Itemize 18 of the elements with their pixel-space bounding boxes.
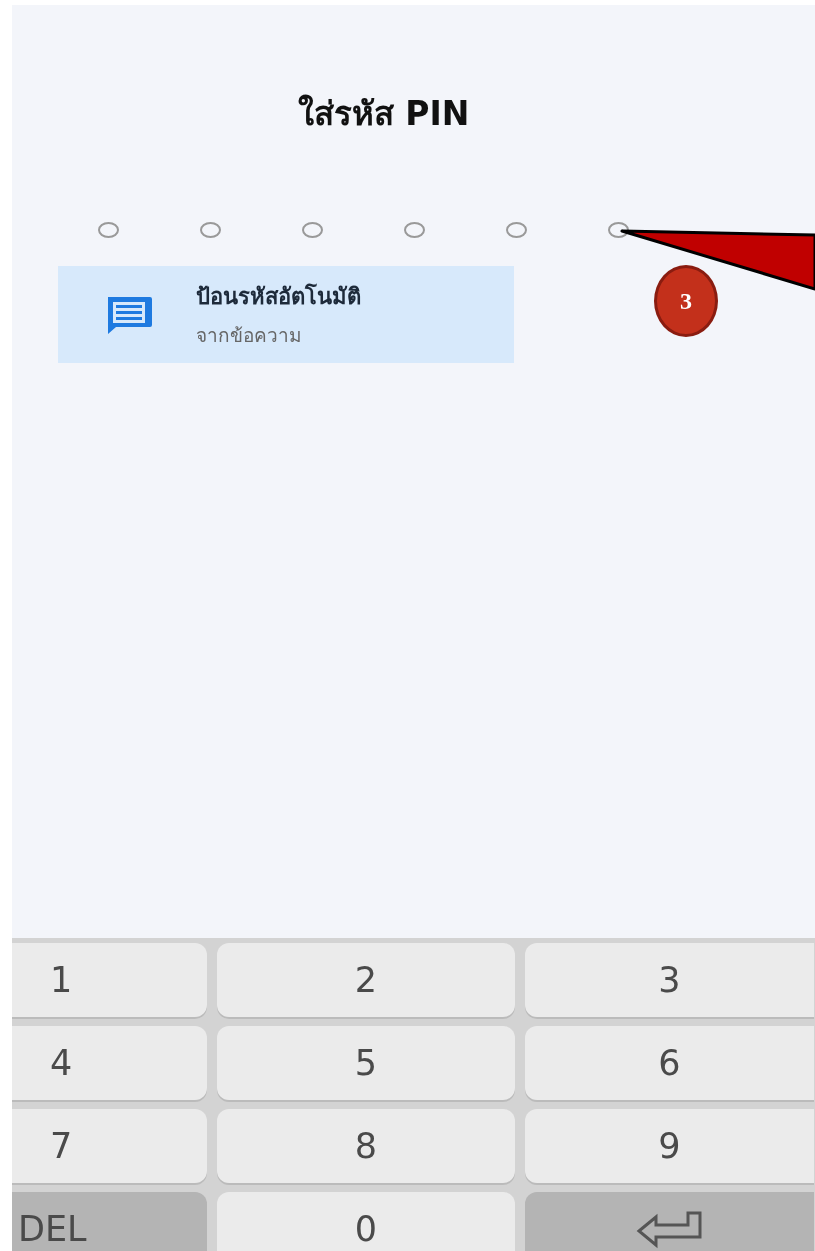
- delete-key[interactable]: DEL: [12, 1192, 207, 1251]
- annotation-badge: 3: [654, 265, 718, 337]
- digit-key[interactable]: 5: [217, 1026, 515, 1100]
- enter-icon: [635, 1209, 704, 1249]
- digit-key[interactable]: 8: [217, 1109, 515, 1183]
- digit-key[interactable]: 2: [217, 943, 515, 1017]
- digit-key[interactable]: 3: [525, 943, 814, 1017]
- digit-key[interactable]: 6: [525, 1026, 814, 1100]
- autofill-title: ป้อนรหัสอัตโนมัติ: [196, 282, 361, 311]
- digit-key[interactable]: 1: [12, 943, 207, 1017]
- autofill-button[interactable]: ป้อนรหัสอัตโนมัติ จากข้อความ: [58, 266, 514, 363]
- enter-key[interactable]: [525, 1192, 814, 1251]
- digit-key[interactable]: 7: [12, 1109, 207, 1183]
- page-title: ใส่รหัส PIN: [297, 93, 470, 135]
- autofill-subtitle: จากข้อความ: [196, 323, 303, 348]
- digit-key[interactable]: 0: [217, 1192, 515, 1251]
- digit-key[interactable]: 4: [12, 1026, 207, 1100]
- digit-key[interactable]: 9: [525, 1109, 814, 1183]
